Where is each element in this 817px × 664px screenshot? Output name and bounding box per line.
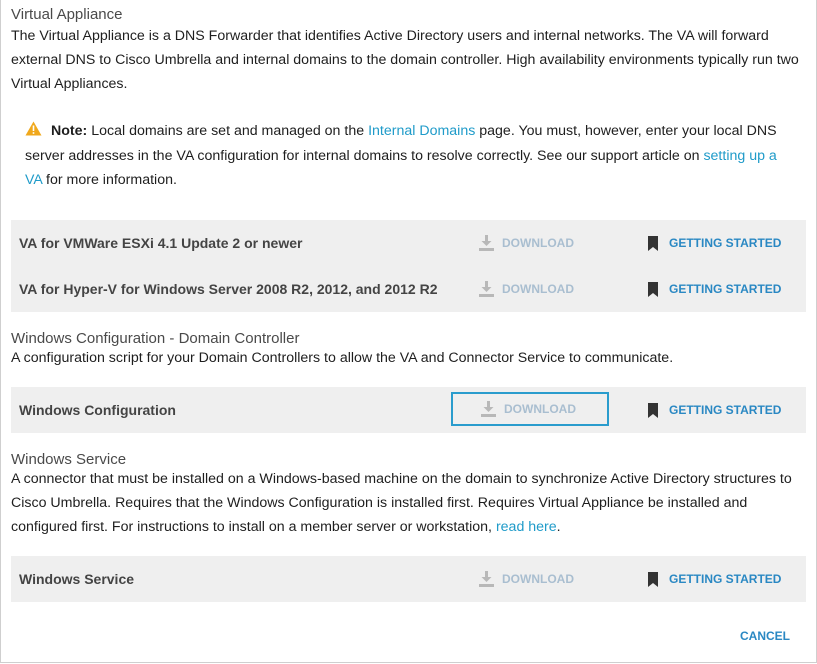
download-row: VA for VMWare ESXi 4.1 Update 2 or newer…: [11, 220, 806, 266]
download-icon: [481, 401, 496, 417]
download-icon: [479, 235, 494, 251]
note-label: Note:: [51, 123, 88, 139]
section-title-windows-configuration: Windows Configuration - Domain Controlle…: [11, 330, 300, 347]
section-title-virtual-appliance: Virtual Appliance: [11, 6, 123, 23]
download-button[interactable]: DOWNLOAD: [477, 230, 607, 256]
download-row: Windows Configuration DOWNLOAD GETTING S…: [11, 387, 806, 433]
row-label: VA for Hyper-V for Windows Server 2008 R…: [19, 281, 438, 297]
section-title-windows-service: Windows Service: [11, 451, 127, 468]
row-label: VA for VMWare ESXi 4.1 Update 2 or newer: [19, 235, 303, 251]
download-label: DOWNLOAD: [502, 282, 574, 296]
windows-configuration-downloads-panel: Windows Configuration DOWNLOAD GETTING S…: [11, 387, 806, 433]
internal-domains-link[interactable]: Internal Domains: [368, 123, 475, 139]
download-row: Windows Service DOWNLOAD GETTING STARTED: [11, 556, 806, 602]
bookmark-icon: [648, 402, 658, 418]
download-label: DOWNLOAD: [502, 572, 574, 586]
getting-started-label: GETTING STARTED: [669, 572, 782, 586]
warning-icon: [25, 121, 42, 136]
getting-started-link[interactable]: GETTING STARTED: [648, 276, 781, 302]
row-label: Windows Configuration: [19, 402, 176, 418]
download-label: DOWNLOAD: [502, 236, 574, 250]
windows-service-description: A connector that must be installed on a …: [11, 467, 806, 539]
virtual-appliance-downloads-panel: VA for VMWare ESXi 4.1 Update 2 or newer…: [11, 220, 806, 312]
windows-service-description-end: .: [556, 519, 561, 535]
bookmark-icon: [648, 281, 658, 297]
bookmark-icon: [648, 571, 658, 587]
read-here-link[interactable]: read here: [496, 519, 557, 535]
download-button[interactable]: DOWNLOAD: [451, 392, 609, 426]
getting-started-label: GETTING STARTED: [669, 282, 782, 296]
download-button[interactable]: DOWNLOAD: [477, 276, 607, 302]
getting-started-link[interactable]: GETTING STARTED: [648, 230, 781, 256]
windows-configuration-description: A configuration script for your Domain C…: [11, 350, 674, 366]
getting-started-label: GETTING STARTED: [669, 236, 782, 250]
getting-started-label: GETTING STARTED: [669, 403, 782, 417]
getting-started-link[interactable]: GETTING STARTED: [648, 397, 781, 423]
cancel-button[interactable]: CANCEL: [740, 629, 790, 643]
note-text-1: Local domains are set and managed on the: [87, 123, 369, 139]
row-label: Windows Service: [19, 571, 135, 587]
download-row: VA for Hyper-V for Windows Server 2008 R…: [11, 266, 806, 312]
download-icon: [479, 571, 494, 587]
download-label: DOWNLOAD: [504, 402, 576, 416]
note-text-3: for more information.: [42, 172, 177, 188]
bookmark-icon: [648, 235, 658, 251]
windows-service-downloads-panel: Windows Service DOWNLOAD GETTING STARTED: [11, 556, 806, 602]
getting-started-link[interactable]: GETTING STARTED: [648, 566, 781, 592]
windows-service-description-text: A connector that must be installed on a …: [11, 471, 792, 535]
download-button[interactable]: DOWNLOAD: [477, 566, 607, 592]
note-box: Note: Local domains are set and managed …: [25, 119, 795, 193]
download-icon: [479, 281, 494, 297]
virtual-appliance-description: The Virtual Appliance is a DNS Forwarder…: [11, 28, 799, 92]
